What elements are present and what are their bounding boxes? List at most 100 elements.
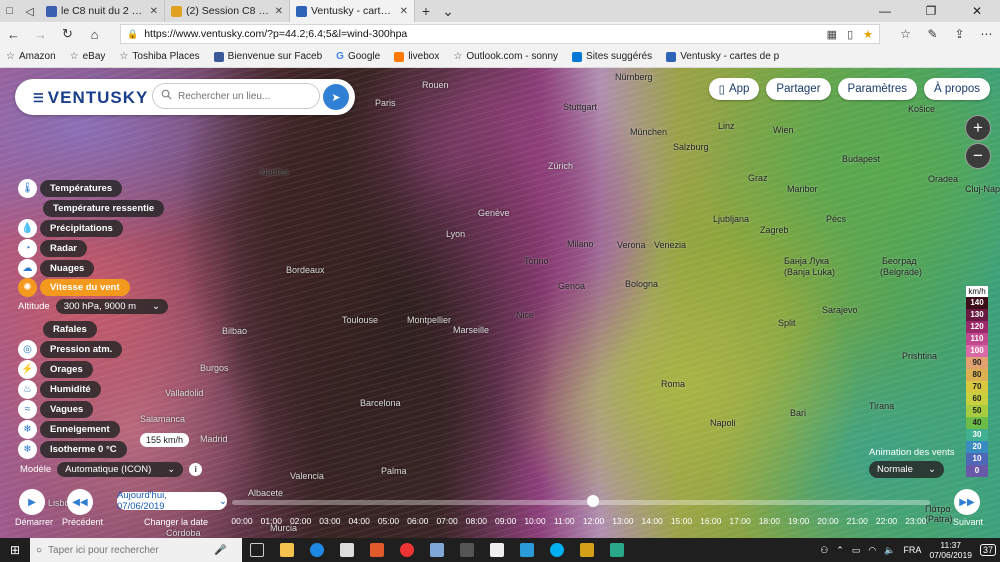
app-icon[interactable] bbox=[602, 538, 632, 562]
app-icon[interactable] bbox=[512, 538, 542, 562]
altitude-select[interactable]: 300 hPa, 9000 m ⌄ bbox=[55, 299, 169, 314]
back-icon[interactable]: ← bbox=[0, 27, 27, 42]
hour-tick[interactable]: 09:00 bbox=[493, 516, 519, 526]
new-tab-icon[interactable]: + bbox=[415, 0, 437, 22]
notifications-icon[interactable]: 37 bbox=[979, 544, 996, 556]
share-icon[interactable]: ⇪ bbox=[946, 27, 973, 41]
clock[interactable]: 11:37 07/06/2019 bbox=[929, 540, 972, 560]
favorite-ventusky[interactable]: Ventusky - cartes de p bbox=[666, 51, 779, 62]
settings-button[interactable]: Paramètres bbox=[837, 78, 917, 100]
favorite-outlook[interactable]: ☆ Outlook.com - sonny bbox=[453, 51, 558, 62]
wind-map[interactable]: Rouen Paris Nantes Stuttgart Nürnberg Zü… bbox=[0, 68, 1000, 538]
edge-icon[interactable] bbox=[302, 538, 332, 562]
media-icon[interactable] bbox=[362, 538, 392, 562]
lock-icon[interactable]: 🔒 bbox=[127, 29, 138, 40]
zoom-out-button[interactable]: − bbox=[965, 143, 991, 169]
tab-1[interactable]: (2) Session C8 du 1 au 2 jus ✕ bbox=[165, 0, 290, 22]
layer-wind-speed[interactable]: ✺ Vitesse du vent bbox=[18, 277, 130, 297]
share-button[interactable]: Partager bbox=[766, 78, 831, 100]
task-view-icon[interactable] bbox=[242, 538, 272, 562]
tab-2-active[interactable]: Ventusky - cartes de prév ✕ bbox=[290, 0, 415, 22]
hour-tick[interactable]: 13:00 bbox=[610, 516, 636, 526]
layer-storms[interactable]: ⚡ Orages bbox=[18, 359, 93, 379]
taskbar-search-input[interactable] bbox=[48, 544, 209, 556]
layer-snow[interactable]: ❄ Enneigement bbox=[18, 419, 120, 439]
hour-tick[interactable]: 05:00 bbox=[375, 516, 401, 526]
wifi-icon[interactable]: ◠ bbox=[868, 545, 876, 556]
maximize-icon[interactable]: ❐ bbox=[908, 0, 954, 22]
app-button[interactable]: ▯ App bbox=[708, 78, 760, 100]
close-tab-icon[interactable]: ✕ bbox=[275, 6, 283, 17]
more-icon[interactable]: ⋯ bbox=[973, 27, 1000, 41]
minimize-icon[interactable]: — bbox=[862, 0, 908, 22]
date-select[interactable]: Aujourd'hui, 07/06/2019 ⌄ bbox=[117, 490, 227, 512]
url-text[interactable]: https://www.ventusky.com/?p=44.2;6.4;5&l… bbox=[144, 28, 407, 40]
layer-isotherm[interactable]: ❄ Isotherme 0 °C bbox=[18, 439, 127, 459]
layer-gusts[interactable]: Rafales bbox=[40, 320, 97, 338]
favorite-facebook[interactable]: Bienvenue sur Faceb bbox=[213, 51, 322, 62]
layer-precipitation[interactable]: 💧 Précipitations bbox=[18, 218, 123, 238]
model-select[interactable]: Automatique (ICON) ⌄ bbox=[57, 462, 184, 477]
previous-button[interactable]: ◀◀ bbox=[67, 489, 93, 515]
hour-tick[interactable]: 18:00 bbox=[756, 516, 782, 526]
layer-humidity[interactable]: ♨ Humidité bbox=[18, 379, 101, 399]
hour-tick[interactable]: 01:00 bbox=[258, 516, 284, 526]
favorite-amazon[interactable]: ☆ Amazon bbox=[6, 51, 56, 62]
reading-view-icon[interactable]: ▯ bbox=[847, 28, 853, 41]
hour-tick[interactable]: 10:00 bbox=[522, 516, 548, 526]
close-window-icon[interactable]: ✕ bbox=[954, 0, 1000, 22]
favorite-ebay[interactable]: ☆ eBay bbox=[70, 51, 106, 62]
my-location-button[interactable]: ➤ bbox=[323, 84, 349, 110]
hour-tick[interactable]: 08:00 bbox=[463, 516, 489, 526]
volume-icon[interactable]: 🔈 bbox=[884, 545, 895, 556]
hour-tick[interactable]: 21:00 bbox=[844, 516, 870, 526]
notes-icon[interactable]: ✎ bbox=[919, 27, 946, 41]
favorite-star-icon[interactable]: ★ bbox=[863, 28, 873, 41]
timeline-track[interactable] bbox=[232, 500, 930, 505]
tray-expand-icon[interactable]: ⌃ bbox=[836, 545, 844, 556]
hour-tick[interactable]: 11:00 bbox=[551, 516, 577, 526]
windows-start-icon[interactable]: ⊞ bbox=[0, 543, 30, 557]
tab-preview-chevron-icon[interactable]: ⌄ bbox=[437, 0, 459, 22]
people-icon[interactable]: ⚇ bbox=[820, 545, 828, 556]
hour-tick[interactable]: 14:00 bbox=[639, 516, 665, 526]
set-aside-tabs-icon[interactable]: □ bbox=[6, 5, 13, 17]
hour-tick[interactable]: 15:00 bbox=[668, 516, 694, 526]
info-icon[interactable]: i bbox=[189, 463, 203, 476]
layer-radar[interactable]: ◔ Radar bbox=[18, 238, 87, 258]
skype-icon[interactable] bbox=[542, 538, 572, 562]
hour-tick[interactable]: 19:00 bbox=[786, 516, 812, 526]
app-icon[interactable] bbox=[422, 538, 452, 562]
hour-tick[interactable]: 06:00 bbox=[405, 516, 431, 526]
hour-tick[interactable]: 03:00 bbox=[317, 516, 343, 526]
favorites-hub-icon[interactable]: ☆ bbox=[892, 27, 919, 41]
timeline-handle[interactable] bbox=[587, 495, 599, 507]
layer-clouds[interactable]: ☁ Nuages bbox=[18, 258, 95, 278]
show-tabs-icon[interactable]: ◁ bbox=[25, 5, 33, 18]
extension-icon[interactable]: ▦ bbox=[827, 28, 837, 41]
about-button[interactable]: À propos bbox=[923, 78, 990, 100]
home-icon[interactable]: ⌂ bbox=[81, 27, 108, 42]
favorite-suggested[interactable]: Sites suggérés bbox=[572, 51, 652, 62]
favorite-google[interactable]: G Google bbox=[336, 51, 380, 62]
hour-tick[interactable]: 04:00 bbox=[346, 516, 372, 526]
search-input[interactable] bbox=[178, 90, 308, 102]
app-icon[interactable] bbox=[572, 538, 602, 562]
hour-tick[interactable]: 00:00 bbox=[229, 516, 255, 526]
layer-pressure[interactable]: ◎ Pression atm. bbox=[18, 339, 123, 359]
url-field[interactable]: 🔒 https://www.ventusky.com/?p=44.2;6.4;5… bbox=[120, 24, 880, 44]
language-indicator[interactable]: FRA bbox=[903, 545, 921, 555]
layer-waves[interactable]: ≈ Vagues bbox=[18, 399, 94, 419]
close-tab-icon[interactable]: ✕ bbox=[400, 6, 408, 17]
search-box[interactable] bbox=[152, 83, 320, 109]
favorite-livebox[interactable]: livebox bbox=[394, 51, 439, 62]
layer-feels-like[interactable]: Température ressentie bbox=[40, 199, 165, 217]
file-explorer-icon[interactable] bbox=[272, 538, 302, 562]
close-tab-icon[interactable]: ✕ bbox=[150, 6, 158, 17]
hour-tick[interactable]: 23:00 bbox=[903, 516, 929, 526]
chrome-icon[interactable] bbox=[392, 538, 422, 562]
hour-tick[interactable]: 17:00 bbox=[727, 516, 753, 526]
next-button[interactable]: ▶▶ bbox=[954, 489, 980, 515]
animation-select[interactable]: Normale ⌄ bbox=[869, 461, 944, 478]
microphone-icon[interactable]: 🎤 bbox=[214, 545, 226, 556]
